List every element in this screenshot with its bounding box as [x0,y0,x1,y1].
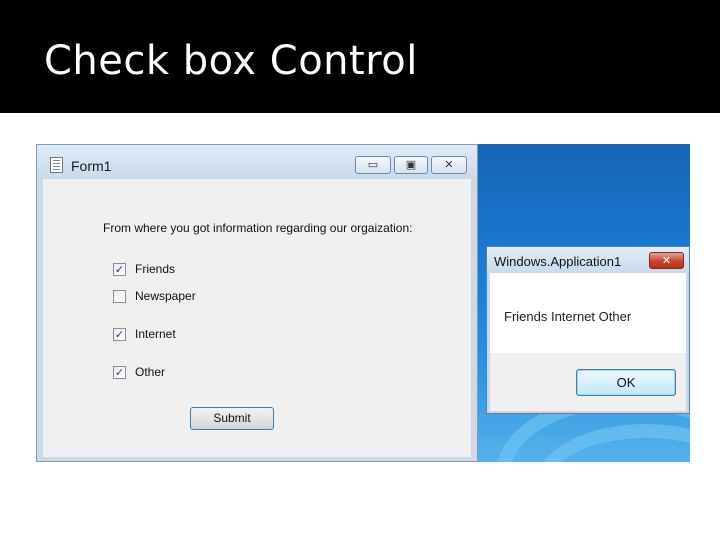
checkbox-other-label[interactable]: Other [135,365,165,379]
checkbox-newspaper-box[interactable] [113,289,126,303]
checkbox-other[interactable]: ✓ Other [113,364,165,380]
minimize-button[interactable]: ▭ [355,156,391,174]
checkbox-friends[interactable]: ✓ Friends [113,261,175,277]
checkbox-newspaper[interactable]: Newspaper [113,288,196,304]
form-app-icon [50,157,63,173]
form-titlebar[interactable]: Form1 ▭ ▣ ✕ [37,145,477,179]
submit-button[interactable]: Submit [190,407,274,430]
message-box-client: Friends Internet Other OK [490,273,686,411]
message-box-body: Friends Internet Other [490,273,686,353]
maximize-button[interactable]: ▣ [394,156,428,174]
message-box-title: Windows.Application1 [494,254,622,269]
screenshot: Form1 ▭ ▣ ✕ From where you got informati… [36,144,690,462]
checkbox-internet-label[interactable]: Internet [135,327,176,341]
message-box: Windows.Application1 ✕ Friends Internet … [486,246,690,414]
checkbox-friends-label[interactable]: Friends [135,262,175,276]
ok-button[interactable]: OK [576,369,676,396]
close-button[interactable]: ✕ [431,156,467,174]
checkbox-internet[interactable]: ✓ Internet [113,326,176,342]
message-text: Friends Internet Other [504,309,632,324]
checkbox-internet-box[interactable]: ✓ [113,327,126,341]
slide-header: Check box Control [0,0,720,113]
message-box-close-button[interactable]: ✕ [649,252,684,269]
message-box-titlebar[interactable]: Windows.Application1 ✕ [487,247,689,273]
form-window: Form1 ▭ ▣ ✕ From where you got informati… [36,144,478,462]
checkbox-other-box[interactable]: ✓ [113,365,126,379]
checkbox-friends-box[interactable]: ✓ [113,262,126,276]
form-client-area: From where you got information regarding… [43,179,471,457]
slide-title: Check box Control [44,38,418,84]
form-title: Form1 [71,158,112,174]
checkbox-newspaper-label[interactable]: Newspaper [135,289,196,303]
question-label: From where you got information regarding… [103,221,413,235]
